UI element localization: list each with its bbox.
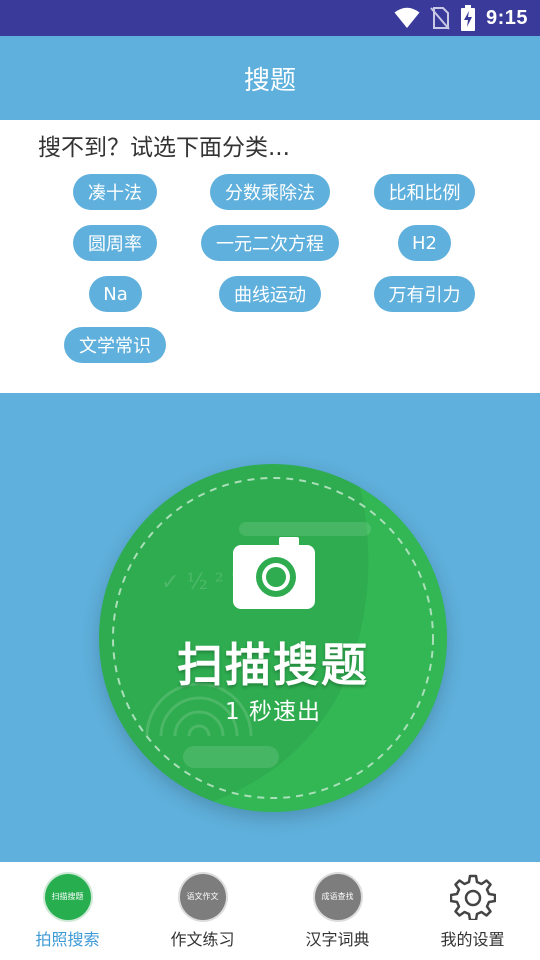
category-panel: 搜不到？试选下面分类... 凑十法 分数乘除法 比和比例 圆周率 一元二次方程 … [0,120,540,393]
scan-subtitle: 1 秒速出 [225,699,321,725]
photo-search-icon-text: 扫描搜题 [51,892,84,901]
scan-title: 扫描搜题 [177,638,369,692]
no-sim-icon [430,7,450,30]
wifi-icon [394,7,420,28]
status-icons: 9:15 [394,0,528,36]
scan-search-button[interactable]: ✓ ½ ² 7 ÷ 扫描搜题 1 秒速出 [99,464,447,812]
dictionary-icon-text: 成语查找 [321,892,354,901]
tab-my-settings[interactable]: 我的设置 [405,862,540,960]
tab-essay-practice[interactable]: 语文作文 作文练习 [135,862,270,960]
category-chip[interactable]: 分数乘除法 [210,174,330,210]
tab-my-settings-label: 我的设置 [440,930,505,949]
category-chip[interactable]: 比和比例 [374,174,475,210]
category-chip[interactable]: 凑十法 [73,174,157,210]
category-hint: 搜不到？试选下面分类... [38,135,290,161]
battery-charging-icon [460,5,475,31]
category-chip[interactable]: H2 [398,225,451,261]
scan-area: ✓ ½ ² 7 ÷ 扫描搜题 1 秒速出 [0,393,540,862]
dictionary-icon: 成语查找 [314,874,361,920]
essay-practice-icon: 语文作文 [179,874,226,920]
status-bar: 9:15 [0,0,540,36]
gear-icon [449,874,496,920]
category-chip[interactable]: 文学常识 [64,327,166,363]
tab-essay-practice-label: 作文练习 [170,930,235,949]
category-chip[interactable]: 圆周率 [73,225,157,261]
category-chip[interactable]: Na [89,276,142,312]
tab-photo-search-label: 拍照搜索 [35,930,100,949]
tab-chinese-dictionary-label: 汉字词典 [305,930,370,949]
app-bar: 搜题 [0,36,540,120]
page-title: 搜题 [243,65,296,96]
tab-photo-search[interactable]: 扫描搜题 拍照搜索 [0,862,135,960]
status-time: 9:15 [485,6,528,29]
bottom-nav: 扫描搜题 拍照搜索 语文作文 作文练习 成语查找 汉字词典 我的设置 [0,862,540,960]
essay-practice-icon-text: 语文作文 [186,892,219,901]
photo-search-icon: 扫描搜题 [44,874,91,920]
camera-icon [233,537,315,609]
category-chip[interactable]: 曲线运动 [219,276,321,312]
category-chip[interactable]: 万有引力 [374,276,475,312]
tab-chinese-dictionary[interactable]: 成语查找 汉字词典 [270,862,405,960]
category-chip[interactable]: 一元二次方程 [201,225,339,261]
